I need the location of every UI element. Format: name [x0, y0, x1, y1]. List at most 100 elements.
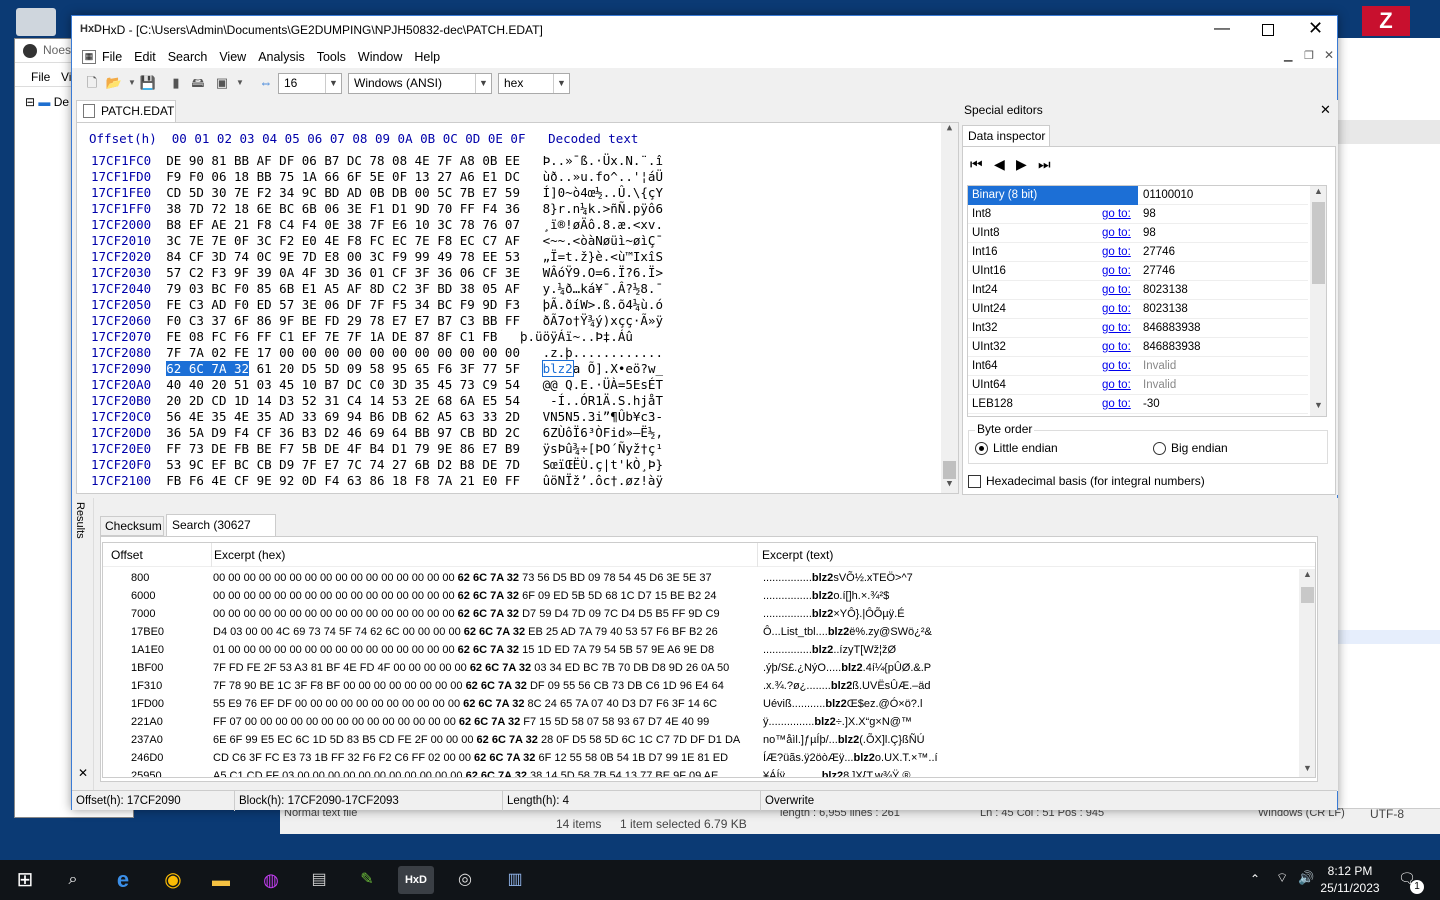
inspector-row[interactable]: UInt24 go to: 8023138 — [968, 300, 1308, 319]
row-bytes[interactable]: 36 5A D9 F4 CF 36 B3 D2 46 69 64 BB 97 C… — [166, 425, 520, 440]
inspector-value[interactable]: 8023138 — [1143, 300, 1188, 319]
row-bytes[interactable]: DE 90 81 BB AF DF 06 B7 DC 78 08 4E 7F A… — [166, 153, 520, 168]
row-bytes[interactable]: 20 2D CD 1D 14 D3 52 31 C4 14 53 2E 68 6… — [166, 393, 520, 408]
new-file-icon[interactable]: 🗋 — [82, 73, 102, 93]
ram-dropdown-icon[interactable]: ▼ — [230, 73, 250, 93]
next-icon[interactable]: ▶ — [1016, 156, 1027, 173]
open-disk-icon[interactable]: 🖴 — [188, 73, 208, 93]
big-endian-radio[interactable] — [1153, 442, 1166, 455]
title-bar[interactable]: HxD HxD - [C:\Users\Admin\Documents\GE2D… — [72, 16, 1337, 46]
save-icon[interactable]: 💾 — [138, 73, 158, 93]
goto-link[interactable]: go to: — [1102, 357, 1131, 376]
row-bytes[interactable]: 3C 7E 7E 0F 3C F2 E0 4E F8 FC EC 7E F8 E… — [166, 233, 520, 248]
previous-icon[interactable]: ◀ — [994, 156, 1005, 173]
notepad-plus-plus-icon[interactable]: ✎ — [352, 866, 382, 894]
inspector-value[interactable]: 27746 — [1143, 243, 1175, 262]
row-text[interactable]: VN5N5.3i”¶Ûb¥c3- — [543, 409, 663, 424]
inspector-value[interactable]: Invalid — [1143, 357, 1176, 376]
hex-row[interactable]: 17CF2080 7F 7A 02 FE 17 00 00 00 00 00 0… — [91, 345, 663, 361]
inspector-scrollbar[interactable]: ▲ ▼ — [1310, 186, 1326, 416]
menu-tools[interactable]: Tools — [311, 47, 352, 67]
hex-row[interactable]: 17CF2020 84 CF 3D 74 0C 9E 7D E8 00 3C F… — [91, 249, 663, 265]
menu-analysis[interactable]: Analysis — [252, 47, 311, 67]
hex-row[interactable]: 17CF20B0 20 2D CD 1D 14 D3 52 31 C4 14 5… — [91, 393, 663, 409]
hex-basis-checkbox[interactable] — [968, 475, 981, 488]
row-text[interactable]: WÂóŸ9.O=6.Ï?6.Ï> — [543, 265, 663, 280]
row-bytes[interactable]: 57 C2 F3 9F 39 0A 4F 3D 36 01 CF 3F 36 0… — [166, 265, 520, 280]
goto-link[interactable]: go to: — [1102, 395, 1131, 414]
edge-icon[interactable]: e — [108, 866, 138, 894]
row-bytes[interactable]: 7F 7A 02 FE 17 00 00 00 00 00 00 00 00 0… — [166, 345, 520, 360]
row-bytes[interactable]: 56 4E 35 4E 35 AD 33 69 94 B6 DB 62 A5 6… — [166, 409, 520, 424]
menu-window[interactable]: Window — [352, 47, 408, 67]
chevron-up-icon[interactable]: ⌃ — [1250, 872, 1260, 886]
minimize-button[interactable]: — — [1214, 20, 1230, 38]
tab-data-inspector[interactable]: Data inspector — [962, 125, 1050, 147]
column-offset[interactable]: Offset — [111, 543, 143, 567]
search-results-table[interactable]: Offset Excerpt (hex) Excerpt (text) 800 0… — [102, 542, 1316, 778]
row-text[interactable]: „Ï=t.ž}è.<ù™IxîS — [543, 249, 663, 264]
row-text[interactable]: a Õ].X•eö?w_ — [573, 361, 663, 376]
row-bytes[interactable]: FB F6 4E CF 9E 92 0D F4 63 86 18 F8 7A 2… — [166, 473, 520, 488]
scroll-thumb[interactable] — [943, 461, 956, 479]
row-text[interactable]: ûöNÏž’.ôc†.øz!àÿ — [543, 473, 663, 488]
inspector-value[interactable]: 8023138 — [1143, 281, 1188, 300]
inspector-row[interactable]: UInt32 go to: 846883938 — [968, 338, 1308, 357]
display-mode-select[interactable]: hex ▼ — [498, 73, 570, 94]
hex-row[interactable]: 17CF2050 FE C3 AD F0 ED 57 3E 06 DF 7F F… — [91, 297, 663, 313]
hex-row[interactable]: 17CF1FE0 CD 5D 30 7E F2 34 9C BD AD 0B D… — [91, 185, 663, 201]
hex-row[interactable]: 17CF20E0 FF 73 DE FB BE F7 5B DE 4F B4 D… — [91, 441, 663, 457]
filezilla-icon[interactable]: Z — [1362, 6, 1410, 36]
menu-file[interactable]: File — [96, 47, 128, 67]
goto-link[interactable]: go to: — [1102, 243, 1131, 262]
inspector-row[interactable]: Int64 go to: Invalid — [968, 357, 1308, 376]
hex-row[interactable]: 17CF2010 3C 7E 7E 0F 3C F2 E0 4E F8 FC E… — [91, 233, 663, 249]
row-bytes[interactable]: 40 40 20 51 03 45 10 B7 DC C0 3D 35 45 7… — [166, 377, 520, 392]
inspector-row[interactable]: Int16 go to: 27746 — [968, 243, 1308, 262]
row-bytes[interactable]: 53 9C EF BC CB D9 7F E7 7C 74 27 6B D2 B… — [166, 457, 520, 472]
hxd-taskbar-icon[interactable]: HxD — [398, 866, 434, 894]
hex-row[interactable]: 17CF20F0 53 9C EF BC CB D9 7F E7 7C 74 2… — [91, 457, 663, 473]
tab-search-results[interactable]: Search (30627 hits) — [166, 514, 276, 552]
charset-select[interactable]: Windows (ANSI) ▼ — [348, 73, 492, 94]
inspector-value[interactable]: 846883938 — [1143, 319, 1201, 338]
file-explorer-icon[interactable]: ▬ — [206, 866, 236, 894]
bytes-per-row-select[interactable]: 16 ▼ — [278, 73, 342, 94]
inspector-row[interactable]: UInt16 go to: 27746 — [968, 262, 1308, 281]
inspector-row[interactable]: Binary (8 bit) 01100010 — [968, 186, 1308, 205]
tab-checksum[interactable]: Checksum — [100, 516, 164, 536]
row-text[interactable]: y.¼ð…ká¥¯.Â?½8.¯ — [543, 281, 663, 296]
menu-search[interactable]: Search — [162, 47, 214, 67]
data-inspector-table[interactable]: Binary (8 bit) 01100010 Int8 go to: 98 UInt8 g… — [967, 185, 1327, 417]
close-button[interactable]: ✕ — [1308, 18, 1323, 39]
row-text[interactable]: ðÃ7o†Ÿ¾ý)xçç·Ã»ÿ — [543, 313, 663, 328]
goto-link[interactable]: go to: — [1102, 300, 1131, 319]
mdi-minimize-button[interactable]: ▁ — [1284, 49, 1292, 62]
recycle-bin-icon[interactable] — [16, 8, 56, 36]
close-results-icon[interactable]: ✕ — [78, 766, 88, 780]
hex-row[interactable]: 17CF20C0 56 4E 35 4E 35 AD 33 69 94 B6 D… — [91, 409, 663, 425]
row-bytes[interactable]: 84 CF 3D 74 0C 9E 7D E8 00 3C F9 99 49 7… — [166, 249, 520, 264]
mdi-close-button[interactable]: ✕ — [1324, 48, 1334, 62]
hex-row[interactable]: 17CF2060 F0 C3 37 6F 86 9F BE FD 29 78 E… — [91, 313, 663, 329]
row-bytes[interactable]: 61 20 D5 5D 09 58 95 65 F6 3F 77 5F — [257, 361, 520, 376]
open-file-icon[interactable]: 📂 — [104, 73, 124, 93]
row-text[interactable]: þ.üöÿÁï~..Þ‡.Áû — [520, 329, 633, 344]
app-icon[interactable]: ▤ — [304, 866, 334, 894]
inspector-row[interactable]: Int24 go to: 8023138 — [968, 281, 1308, 300]
goto-link[interactable]: go to: — [1102, 205, 1131, 224]
row-text[interactable]: <~~.<òàNøüì~øìÇ¯ — [543, 233, 663, 248]
inspector-row[interactable]: LEB128 go to: -30 — [968, 395, 1308, 414]
winrar-icon[interactable]: ◍ — [256, 866, 286, 894]
hex-row[interactable]: 17CF2090 62 6C 7A 32 61 20 D5 5D 09 58 9… — [91, 360, 663, 377]
row-text[interactable]: .z.þ............ — [543, 345, 663, 360]
row-text[interactable]: ÿsÞû¾÷[ÞO´Ñyž†ç¹ — [543, 441, 663, 456]
hex-row[interactable]: 17CF1FC0 DE 90 81 BB AF DF 06 B7 DC 78 0… — [91, 153, 663, 169]
inspector-value[interactable]: 27746 — [1143, 262, 1175, 281]
row-bytes[interactable]: 79 03 BC F0 85 6B E1 A5 AF 8D C2 3F BD 3… — [166, 281, 520, 296]
hex-row[interactable]: 17CF1FF0 38 7D 72 18 6E BC 6B 06 3E F1 D… — [91, 201, 663, 217]
column-excerpt-text[interactable]: Excerpt (text) — [757, 543, 833, 567]
inspector-row[interactable]: UInt64 go to: Invalid — [968, 376, 1308, 395]
last-icon[interactable]: ⏭ — [1038, 156, 1051, 173]
row-bytes[interactable]: FE 08 FC F6 FF C1 EF 7E 7F 1A DE 87 8F C… — [166, 329, 497, 344]
